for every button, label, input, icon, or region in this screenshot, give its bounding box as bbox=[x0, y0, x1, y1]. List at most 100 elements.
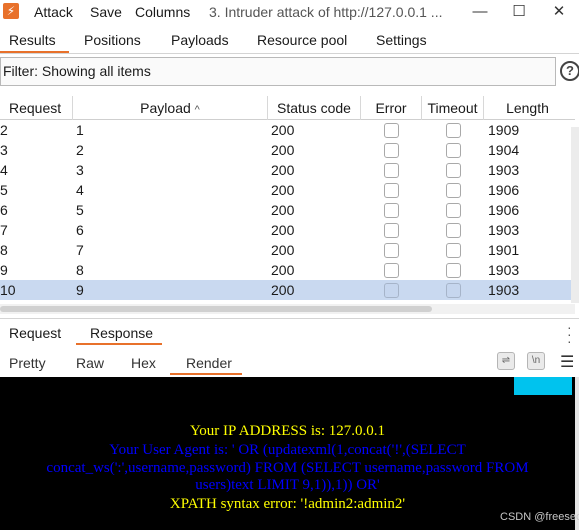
cell-payload: 6 bbox=[76, 222, 84, 238]
cell-request: 10 bbox=[0, 282, 16, 298]
table-row[interactable]: 6 5 200 1906 bbox=[0, 200, 575, 220]
maximize-icon[interactable]: ☐ bbox=[508, 2, 530, 22]
cell-length: 1906 bbox=[488, 182, 520, 198]
cell-payload: 3 bbox=[76, 162, 84, 178]
cell-request: 9 bbox=[0, 262, 8, 278]
cell-length: 1903 bbox=[488, 162, 520, 178]
render-pane: Your IP ADDRESS is: 127.0.0.1 Your User … bbox=[0, 377, 575, 530]
menu-save[interactable]: Save bbox=[90, 4, 122, 20]
error-checkbox bbox=[384, 283, 399, 298]
results-table: Request Payload ^ Status code Error Time… bbox=[0, 96, 575, 300]
error-checkbox bbox=[384, 163, 399, 178]
timeout-checkbox bbox=[446, 163, 461, 178]
menu-icon[interactable]: ☰ bbox=[560, 352, 574, 372]
tab-settings[interactable]: Settings bbox=[376, 32, 427, 48]
table-vertical-scrollbar[interactable] bbox=[571, 127, 579, 303]
cell-request: 6 bbox=[0, 202, 8, 218]
cell-status-code: 200 bbox=[271, 122, 295, 138]
table-row[interactable]: 5 4 200 1906 bbox=[0, 180, 575, 200]
table-row[interactable]: 9 8 200 1903 bbox=[0, 260, 575, 280]
panel-divider[interactable] bbox=[0, 318, 579, 319]
table-horizontal-scrollbar[interactable] bbox=[0, 304, 575, 314]
cell-length: 1906 bbox=[488, 202, 520, 218]
cell-length: 1909 bbox=[488, 122, 520, 138]
tab-resource-pool[interactable]: Resource pool bbox=[257, 32, 347, 48]
cell-length: 1904 bbox=[488, 142, 520, 158]
show-newlines-icon[interactable]: \n bbox=[527, 352, 545, 370]
cell-request: 3 bbox=[0, 142, 8, 158]
minimize-icon[interactable]: — bbox=[469, 2, 491, 22]
cell-payload: 5 bbox=[76, 202, 84, 218]
column-header-length[interactable]: Length bbox=[484, 96, 571, 120]
cell-request: 8 bbox=[0, 242, 8, 258]
window-title: 3. Intruder attack of http://127.0.0.1 .… bbox=[209, 4, 443, 20]
scrollbar-thumb[interactable] bbox=[0, 306, 432, 312]
tab-raw[interactable]: Raw bbox=[76, 355, 104, 371]
error-checkbox bbox=[384, 263, 399, 278]
timeout-checkbox bbox=[446, 143, 461, 158]
more-options-icon[interactable]: · · · bbox=[567, 320, 572, 348]
menu-columns[interactable]: Columns bbox=[135, 4, 190, 20]
active-tab-indicator bbox=[0, 51, 69, 53]
filter-bar[interactable]: Filter: Showing all items bbox=[0, 57, 556, 86]
timeout-checkbox bbox=[446, 123, 461, 138]
cell-length: 1903 bbox=[488, 282, 520, 298]
tab-hex[interactable]: Hex bbox=[131, 355, 156, 371]
table-row[interactable]: 3 2 200 1904 bbox=[0, 140, 575, 160]
cell-payload: 7 bbox=[76, 242, 84, 258]
error-checkbox bbox=[384, 243, 399, 258]
main-tab-bar: Results Positions Payloads Resource pool… bbox=[0, 28, 579, 54]
table-row[interactable]: 7 6 200 1903 bbox=[0, 220, 575, 240]
column-header-status-code[interactable]: Status code bbox=[268, 96, 361, 120]
column-header-error[interactable]: Error bbox=[361, 96, 422, 120]
user-agent-line-3: users)text LIMIT 9,1)),1)) OR' bbox=[195, 477, 380, 493]
cell-status-code: 200 bbox=[271, 262, 295, 278]
table-row[interactable]: 2 1 200 1909 bbox=[0, 120, 575, 140]
table-header: Request Payload ^ Status code Error Time… bbox=[0, 96, 575, 120]
user-agent-line-2: concat_ws(':',username,password) FROM (S… bbox=[46, 460, 529, 476]
cell-status-code: 200 bbox=[271, 142, 295, 158]
error-checkbox bbox=[384, 143, 399, 158]
error-checkbox bbox=[384, 123, 399, 138]
timeout-checkbox bbox=[446, 203, 461, 218]
tab-pretty[interactable]: Pretty bbox=[9, 355, 46, 371]
error-checkbox bbox=[384, 203, 399, 218]
user-agent-line-1: Your User Agent is: ' OR (updatexml(1,co… bbox=[109, 442, 466, 458]
cell-length: 1903 bbox=[488, 262, 520, 278]
menu-attack[interactable]: Attack bbox=[34, 4, 73, 20]
error-checkbox bbox=[384, 223, 399, 238]
column-header-payload[interactable]: Payload ^ bbox=[73, 96, 268, 120]
cell-status-code: 200 bbox=[271, 182, 295, 198]
xpath-error-line: XPATH syntax error: '!admin2:admin2' bbox=[169, 496, 406, 512]
cell-status-code: 200 bbox=[271, 242, 295, 258]
tab-render[interactable]: Render bbox=[186, 355, 232, 371]
cell-payload: 1 bbox=[76, 122, 84, 138]
close-icon[interactable]: ✕ bbox=[548, 2, 570, 22]
help-icon[interactable]: ? bbox=[560, 61, 579, 81]
word-wrap-icon[interactable]: ⇌ bbox=[497, 352, 515, 370]
column-header-request[interactable]: Request bbox=[0, 96, 73, 120]
table-row[interactable]: 8 7 200 1901 bbox=[0, 240, 575, 260]
tab-request[interactable]: Request bbox=[9, 325, 61, 341]
cell-payload: 2 bbox=[76, 142, 84, 158]
title-bar: ⚡ Attack Save Columns 3. Intruder attack… bbox=[0, 0, 579, 26]
active-viewtab-indicator bbox=[170, 373, 242, 375]
tab-results[interactable]: Results bbox=[9, 32, 56, 48]
table-row[interactable]: 10 9 200 1903 bbox=[0, 280, 575, 300]
column-header-timeout[interactable]: Timeout bbox=[422, 96, 484, 120]
cell-request: 7 bbox=[0, 222, 8, 238]
tab-response[interactable]: Response bbox=[90, 325, 153, 341]
cell-payload: 8 bbox=[76, 262, 84, 278]
error-checkbox bbox=[384, 183, 399, 198]
table-row[interactable]: 4 3 200 1903 bbox=[0, 160, 575, 180]
cell-length: 1901 bbox=[488, 242, 520, 258]
cell-status-code: 200 bbox=[271, 162, 295, 178]
render-scrollbar[interactable] bbox=[575, 377, 579, 530]
cell-request: 4 bbox=[0, 162, 8, 178]
timeout-checkbox bbox=[446, 243, 461, 258]
table-body: 2 1 200 1909 3 2 200 1904 4 3 200 1903 5 4 200 1906 6 5 20… bbox=[0, 120, 575, 300]
tab-positions[interactable]: Positions bbox=[84, 32, 141, 48]
timeout-checkbox bbox=[446, 223, 461, 238]
tab-payloads[interactable]: Payloads bbox=[171, 32, 229, 48]
cell-status-code: 200 bbox=[271, 202, 295, 218]
